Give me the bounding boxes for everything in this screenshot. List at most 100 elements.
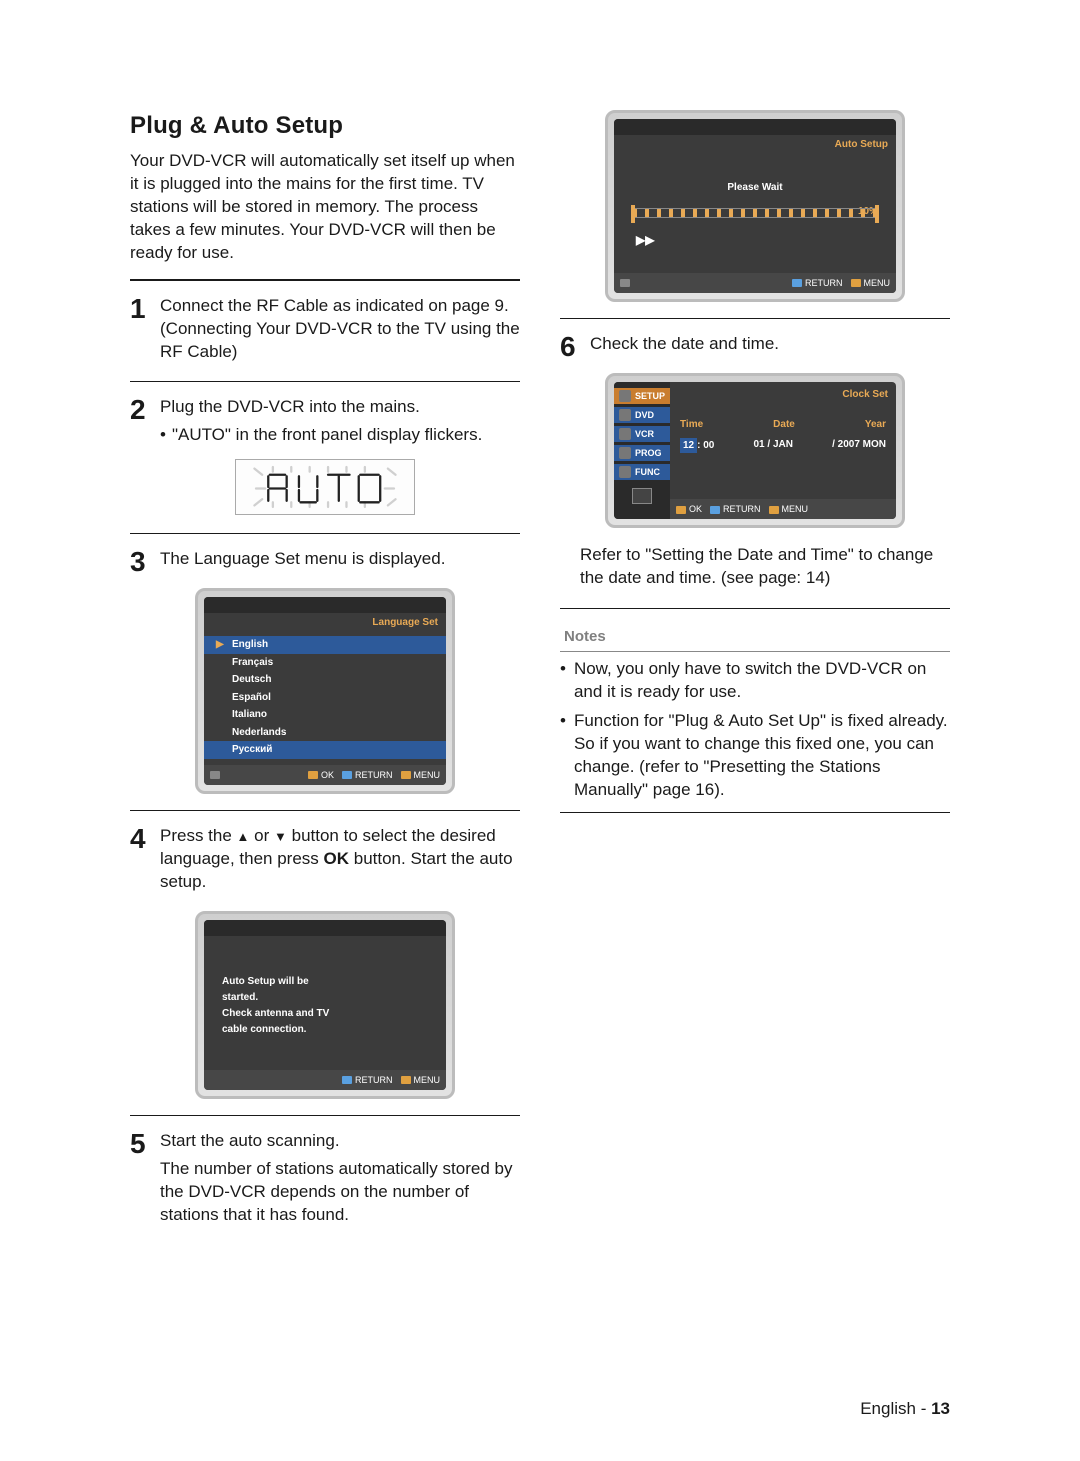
return-icon (342, 1076, 352, 1084)
fast-forward-icon: ▶▶ (636, 232, 654, 248)
ok-label: OK (321, 770, 334, 780)
step-2: 2 Plug the DVD-VCR into the mains. "AUTO… (130, 396, 520, 447)
col-time: Time (680, 418, 703, 432)
language-item-english[interactable]: ▶ English (204, 636, 446, 654)
func-icon (619, 466, 631, 478)
ok-icon (676, 506, 686, 514)
language-label: Nederlands (232, 726, 286, 740)
step-number: 3 (130, 548, 152, 576)
sidebar-item-prog[interactable]: PROG (614, 445, 670, 461)
language-label: Français (232, 656, 273, 670)
screen-footer: OK RETURN MENU (204, 765, 446, 785)
language-set-screen: Language Set ▶ English Français Deutsch … (195, 588, 455, 794)
language-item[interactable]: Русский (204, 741, 446, 759)
language-list: ▶ English Français Deutsch Español Itali… (204, 632, 446, 765)
footer-left-icon (210, 771, 220, 779)
auto-lcd-icon (244, 464, 406, 510)
sidebar-item-vcr[interactable]: VCR (614, 426, 670, 442)
step-text: Check the date and time. (590, 333, 950, 356)
step-4: 4 Press the ▲ or ▼ button to select the … (130, 825, 520, 899)
return-icon (710, 506, 720, 514)
menu-label: MENU (414, 1075, 441, 1085)
language-label: English (232, 638, 268, 652)
step-text: Press the ▲ or ▼ button to select the de… (160, 825, 520, 894)
ok-icon (308, 771, 318, 779)
step-bullet: "AUTO" in the front panel display flicke… (160, 424, 520, 447)
col-year: Year (865, 418, 886, 432)
language-item[interactable]: Español (204, 689, 446, 707)
menu-label: MENU (414, 770, 441, 780)
menu-icon (769, 506, 779, 514)
left-column: Plug & Auto Setup Your DVD-VCR will auto… (130, 110, 520, 1401)
notes-heading: Notes (564, 627, 950, 647)
step-6: 6 Check the date and time. (560, 333, 950, 361)
time-min: : 00 (697, 440, 714, 451)
sidebar-item-setup[interactable]: SETUP (614, 388, 670, 404)
step-1: 1 Connect the RF Cable as indicated on p… (130, 295, 520, 369)
divider (130, 810, 520, 811)
screen-footer: RETURN MENU (204, 1070, 446, 1090)
intro-text: Your DVD-VCR will automatically set itse… (130, 150, 520, 265)
sidebar-item-dvd[interactable]: DVD (614, 407, 670, 423)
sidebar-label: FUNC (635, 466, 660, 478)
return-icon (342, 771, 352, 779)
footer-dash: - (916, 1399, 931, 1418)
clock-main: Clock Set Time Date Year 12: 00 01 / JAN… (670, 382, 896, 520)
screen-title: Clock Set (670, 382, 896, 405)
pointer-icon: ▶ (216, 638, 226, 652)
step-body: Start the auto scanning. The number of s… (160, 1130, 520, 1232)
footer-page-number: 13 (931, 1399, 950, 1418)
tape-icon (619, 428, 631, 440)
sidebar-label: DVD (635, 409, 654, 421)
divider (560, 608, 950, 609)
clock-sidebar: SETUP DVD VCR PROG FUNC (614, 382, 670, 520)
step-number: 1 (130, 295, 152, 369)
divider (130, 279, 520, 281)
step-number: 5 (130, 1130, 152, 1232)
clock-icon (619, 447, 631, 459)
menu-icon (851, 279, 861, 287)
language-item[interactable]: Italiano (204, 706, 446, 724)
screen-message: Auto Setup will be started. Check antenn… (204, 944, 446, 1070)
menu-label: MENU (782, 504, 809, 514)
return-icon (792, 279, 802, 287)
ok-bold: OK (324, 849, 350, 868)
screen-footer: RETURN MENU (614, 273, 896, 293)
step-body: Connect the RF Cable as indicated on pag… (160, 295, 520, 369)
msg-line: started. (222, 990, 428, 1006)
return-label: RETURN (723, 504, 761, 514)
note-item: Now, you only have to switch the DVD-VCR… (560, 658, 950, 704)
step-text: Connect the RF Cable as indicated on pag… (160, 295, 520, 364)
menu-label: MENU (864, 278, 891, 288)
right-column: Auto Setup Please Wait 10% ▶▶ RETURN MEN… (560, 110, 950, 1401)
page-footer: English - 13 (860, 1398, 950, 1421)
page-title: Plug & Auto Setup (130, 110, 520, 142)
msg-line: Check antenna and TV (222, 1006, 428, 1022)
language-item[interactable]: Nederlands (204, 724, 446, 742)
step-body: Check the date and time. (590, 333, 950, 361)
year-value[interactable]: / 2007 MON (832, 438, 886, 454)
auto-setup-msg-screen: Auto Setup will be started. Check antenn… (195, 911, 455, 1099)
step-text-2: The number of stations automatically sto… (160, 1158, 520, 1227)
step-body: Plug the DVD-VCR into the mains. "AUTO" … (160, 396, 520, 447)
menu-icon (401, 771, 411, 779)
divider (130, 381, 520, 382)
time-value[interactable]: 12: 00 (680, 438, 714, 454)
text-fragment: or (254, 826, 274, 845)
disc-icon (619, 409, 631, 421)
step-number: 6 (560, 333, 582, 361)
date-value[interactable]: 01 / JAN (753, 438, 792, 454)
note-text: Now, you only have to switch the DVD-VCR… (574, 658, 950, 704)
sidebar-item-func[interactable]: FUNC (614, 464, 670, 480)
notes-divider (560, 651, 950, 652)
language-label: Español (232, 691, 271, 705)
clock-values: 12: 00 01 / JAN / 2007 MON (670, 436, 896, 466)
menu-icon (401, 1076, 411, 1084)
step-body: Press the ▲ or ▼ button to select the de… (160, 825, 520, 899)
notes-list: Now, you only have to switch the DVD-VCR… (560, 658, 950, 802)
language-item[interactable]: Deutsch (204, 671, 446, 689)
step-3: 3 The Language Set menu is displayed. (130, 548, 520, 576)
clock-headers: Time Date Year (670, 404, 896, 436)
manual-page: Plug & Auto Setup Your DVD-VCR will auto… (0, 0, 1080, 1461)
language-item[interactable]: Français (204, 654, 446, 672)
